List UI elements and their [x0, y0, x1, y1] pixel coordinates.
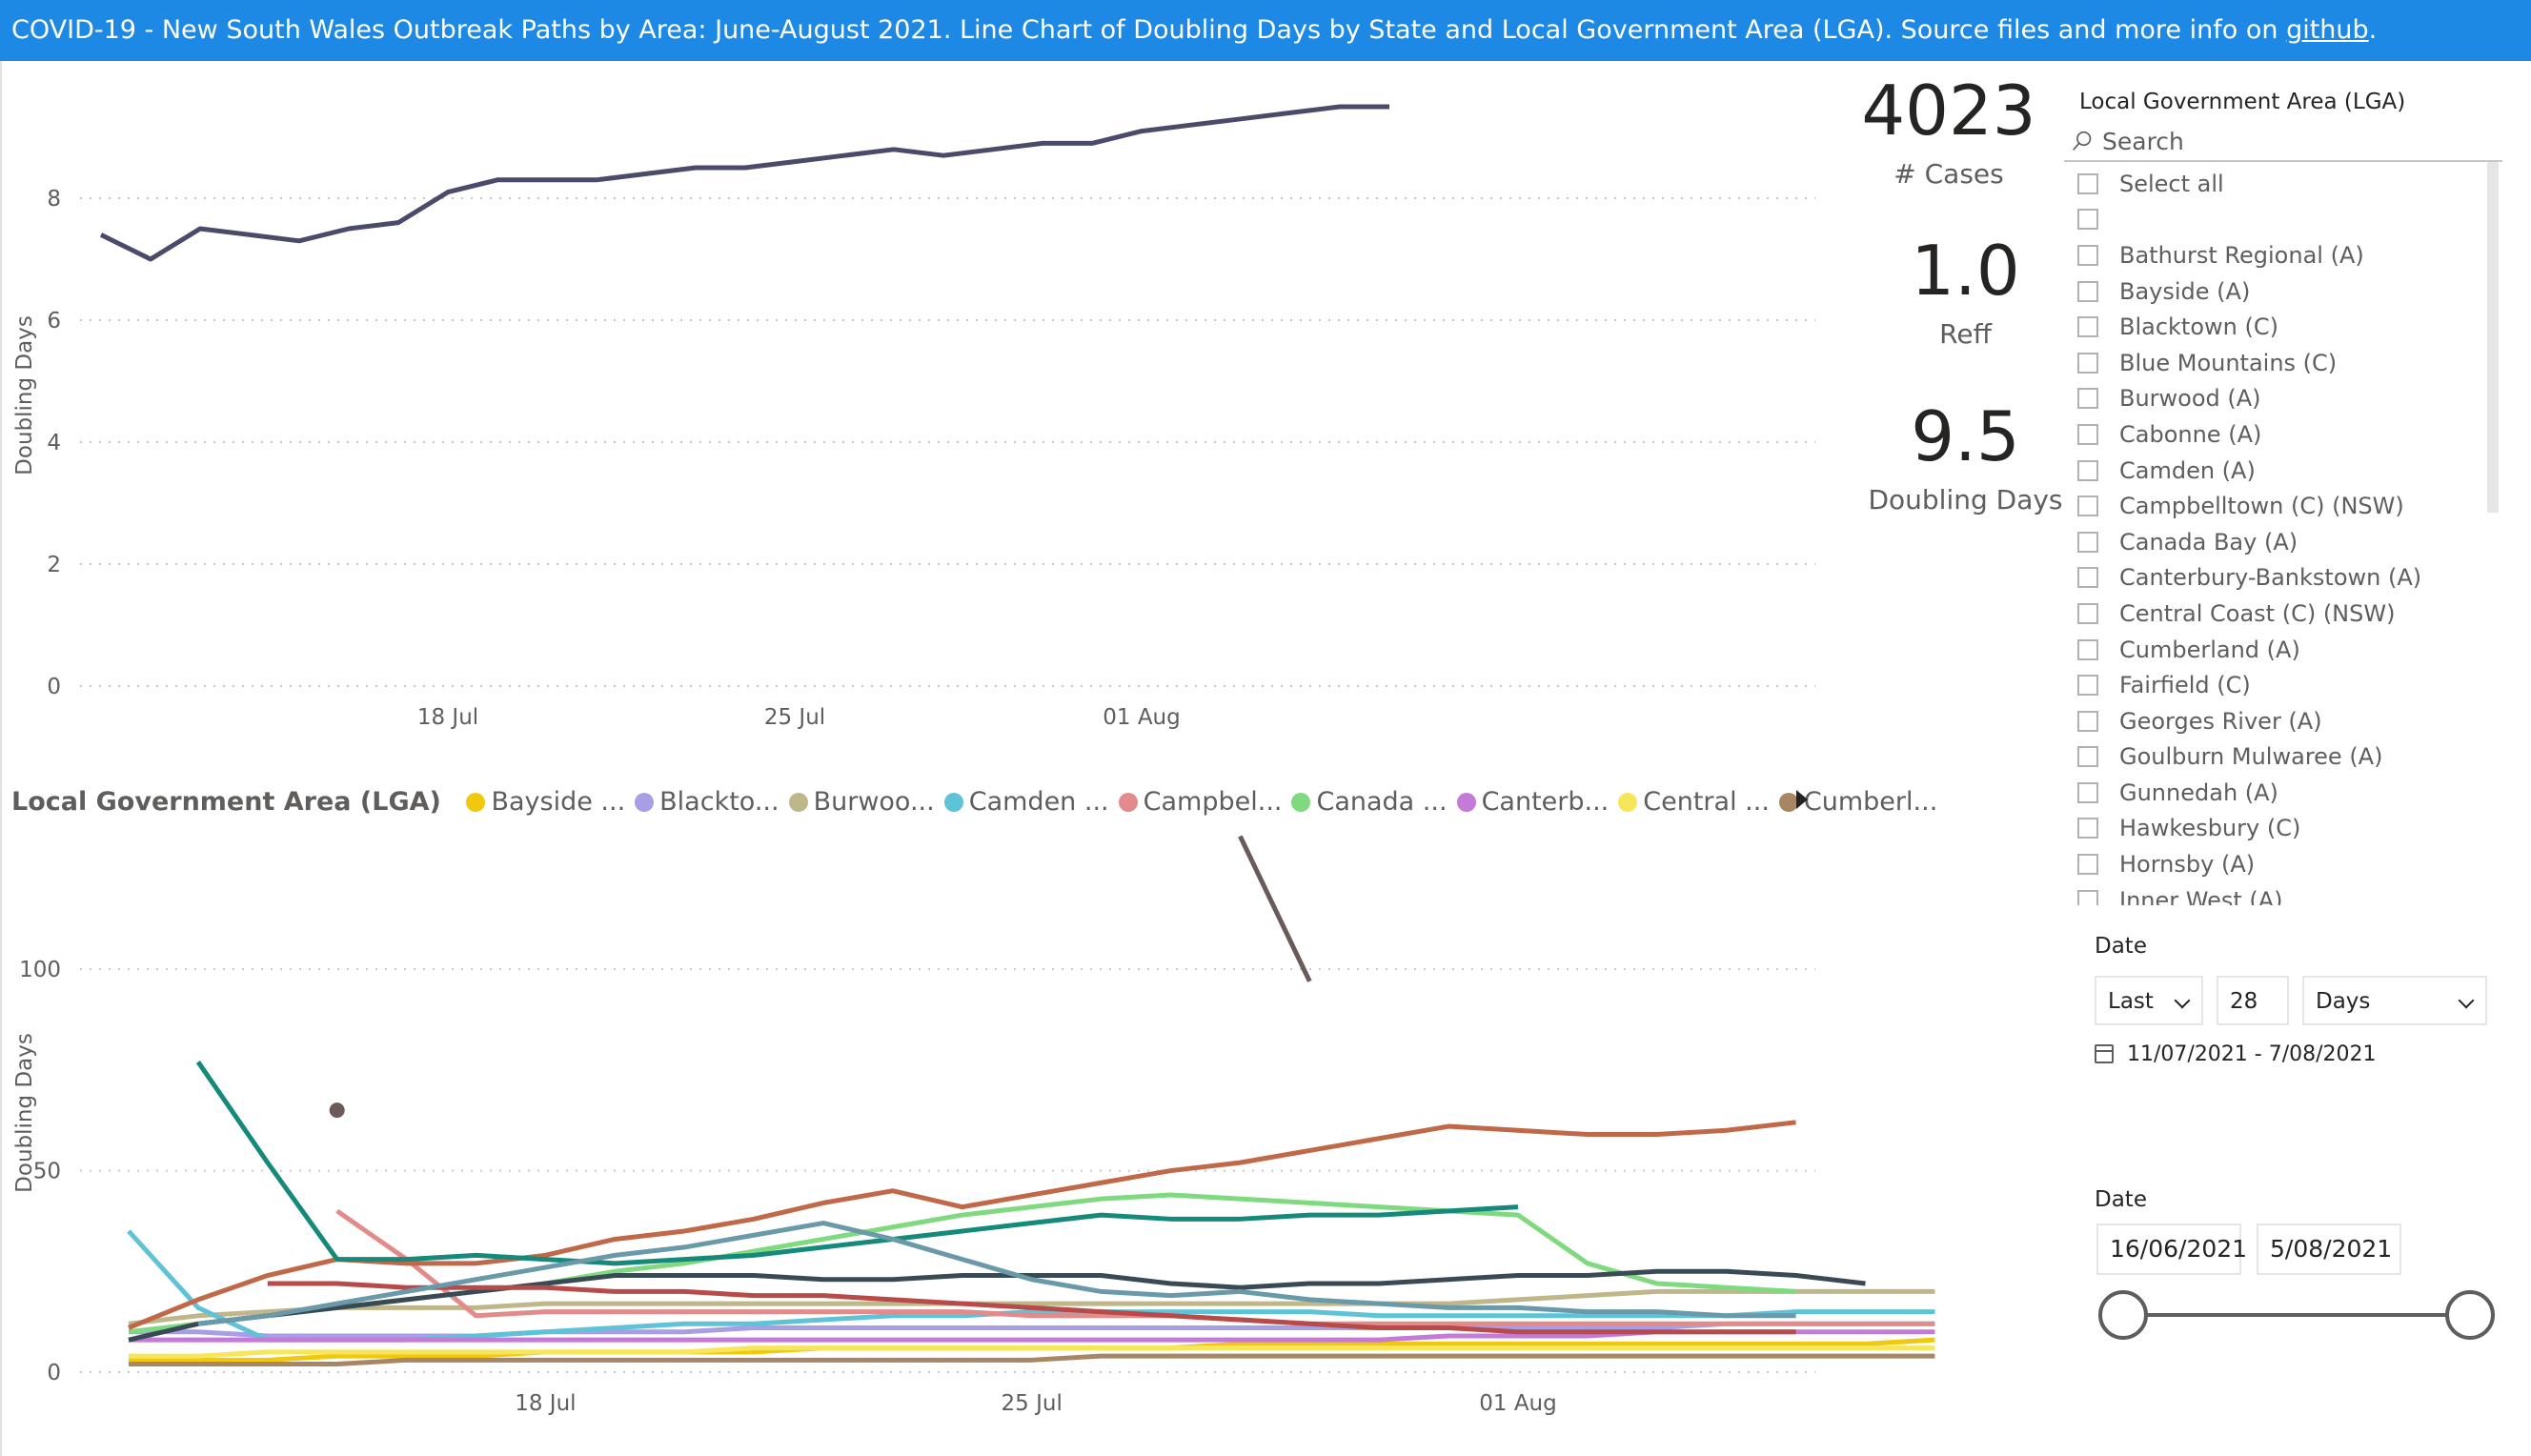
checkbox[interactable]	[2077, 889, 2098, 905]
select-all-item[interactable]: Select all	[2077, 166, 2497, 202]
lga-list-item[interactable]: Cabonne (A)	[2077, 416, 2497, 453]
date-slider-title: Date	[2095, 1187, 2147, 1212]
lga-list-item[interactable]: Burwood (A)	[2077, 381, 2497, 417]
date-filter-title: Date	[2095, 934, 2147, 959]
lga-item-label: Select all	[2119, 170, 2224, 197]
series-line[interactable]	[1238, 835, 1312, 982]
checkbox[interactable]	[2077, 280, 2098, 302]
lga-item-label: Bayside (A)	[2119, 277, 2251, 305]
lga-item-label: Gunnedah (A)	[2119, 779, 2278, 806]
lga-item-label: Fairfield (C)	[2119, 672, 2251, 699]
lga-item-label: Campbelltown (C) (NSW)	[2119, 493, 2404, 520]
date-mode-dropdown[interactable]: Last	[2095, 976, 2203, 1025]
lga-item-label: Canada Bay (A)	[2119, 528, 2298, 556]
checkbox[interactable]	[2077, 854, 2098, 876]
lga-list-item[interactable]: Hornsby (A)	[2077, 846, 2497, 882]
checkbox[interactable]	[2077, 638, 2098, 660]
end-date-value: 5/08/2021	[2270, 1235, 2393, 1263]
lga-list-item[interactable]: Georges River (A)	[2077, 703, 2497, 739]
date-count-value: 28	[2230, 989, 2258, 1014]
y-tick-label: 50	[33, 1160, 61, 1184]
checkbox[interactable]	[2077, 602, 2098, 624]
lga-list-item[interactable]: Camden (A)	[2077, 453, 2497, 489]
lga-list-item[interactable]: Gunnedah (A)	[2077, 775, 2497, 811]
lga-list-item[interactable]: Canada Bay (A)	[2077, 524, 2497, 560]
lga-list-item[interactable]: Cumberland (A)	[2077, 632, 2497, 668]
search-icon	[2073, 131, 2092, 151]
lga-search-input[interactable]: Search	[2064, 122, 2502, 162]
lga-list-item[interactable]	[2077, 202, 2497, 238]
slicer-scrollbar[interactable]	[2487, 162, 2499, 513]
start-date-input[interactable]: 16/06/2021	[2096, 1223, 2247, 1275]
calendar-icon	[2095, 1044, 2114, 1063]
lga-list-item[interactable]: Central Coast (C) (NSW)	[2077, 596, 2497, 632]
lga-item-label: Hornsby (A)	[2119, 851, 2256, 879]
x-tick-label: 01 Aug	[1479, 1391, 1557, 1416]
date-unit-dropdown[interactable]: Days	[2302, 976, 2487, 1025]
lga-list-item[interactable]: Bathurst Regional (A)	[2077, 237, 2497, 273]
checkbox[interactable]	[2077, 818, 2098, 839]
series-point[interactable]	[329, 1102, 345, 1119]
lga-list-item[interactable]: Blue Mountains (C)	[2077, 345, 2497, 381]
lga-list-item[interactable]: Inner West (A)	[2077, 882, 2497, 905]
lga-slicer-list: Select all Bathurst Regional (A) Bayside (…	[2077, 166, 2497, 905]
search-placeholder: Search	[2102, 128, 2184, 155]
date-mode-value: Last	[2108, 989, 2154, 1014]
checkbox[interactable]	[2077, 781, 2098, 803]
lga-list-item[interactable]: Campbelltown (C) (NSW)	[2077, 488, 2497, 524]
checkbox[interactable]	[2077, 423, 2098, 445]
checkbox[interactable]	[2077, 352, 2098, 374]
lga-list-item[interactable]: Bayside (A)	[2077, 273, 2497, 310]
checkbox[interactable]	[2077, 495, 2098, 517]
lga-item-label: Georges River (A)	[2119, 707, 2322, 735]
lga-list-item[interactable]: Hawkesbury (C)	[2077, 811, 2497, 847]
lga-item-label: Blue Mountains (C)	[2119, 349, 2338, 376]
checkbox[interactable]	[2077, 209, 2098, 231]
lga-item-label: Canterbury-Bankstown (A)	[2119, 564, 2422, 592]
checkbox[interactable]	[2077, 388, 2098, 410]
lga-list-item[interactable]: Canterbury-Bankstown (A)	[2077, 560, 2497, 597]
checkbox[interactable]	[2077, 675, 2098, 697]
date-range-text: 11/07/2021 - 7/08/2021	[2127, 1042, 2377, 1066]
chevron-down-icon	[2174, 992, 2191, 1009]
lga-item-label: Inner West (A)	[2119, 886, 2283, 905]
lga-item-label: Blacktown (C)	[2119, 313, 2278, 341]
date-slider-start-handle[interactable]	[2098, 1290, 2148, 1340]
date-slider-end-handle[interactable]	[2445, 1290, 2495, 1340]
lga-list-item[interactable]: Blacktown (C)	[2077, 309, 2497, 345]
lga-item-label: Burwood (A)	[2119, 385, 2261, 413]
checkbox[interactable]	[2077, 172, 2098, 194]
end-date-input[interactable]: 5/08/2021	[2257, 1223, 2401, 1275]
y-tick-label: 100	[19, 958, 61, 982]
lga-item-label: Camden (A)	[2119, 456, 2256, 484]
lga-item-label: Central Coast (C) (NSW)	[2119, 599, 2396, 627]
checkbox[interactable]	[2077, 244, 2098, 266]
date-range-readout: 11/07/2021 - 7/08/2021	[2095, 1042, 2377, 1066]
lga-item-label: Bathurst Regional (A)	[2119, 241, 2364, 269]
checkbox[interactable]	[2077, 531, 2098, 553]
lga-slicer-title: Local Government Area (LGA)	[2079, 90, 2406, 114]
lga-item-label: Goulburn Mulwaree (A)	[2119, 743, 2383, 771]
bottom-y-axis-label: Doubling Days	[12, 1033, 37, 1193]
x-tick-label: 25 Jul	[1002, 1391, 1063, 1416]
lga-list-item[interactable]: Goulburn Mulwaree (A)	[2077, 739, 2497, 776]
x-tick-label: 18 Jul	[515, 1391, 576, 1416]
start-date-value: 16/06/2021	[2110, 1235, 2248, 1263]
checkbox[interactable]	[2077, 459, 2098, 481]
lga-item-label: Cabonne (A)	[2119, 420, 2262, 448]
series-line[interactable]	[335, 1208, 1935, 1326]
date-slider-track[interactable]	[2123, 1313, 2470, 1317]
date-unit-value: Days	[2316, 989, 2371, 1014]
lga-item-label: Hawkesbury (C)	[2119, 815, 2301, 842]
checkbox[interactable]	[2077, 710, 2098, 732]
y-tick-label: 0	[47, 1361, 61, 1385]
checkbox[interactable]	[2077, 567, 2098, 589]
checkbox[interactable]	[2077, 746, 2098, 768]
lga-item-label: Cumberland (A)	[2119, 636, 2300, 663]
lga-list-item[interactable]: Fairfield (C)	[2077, 667, 2497, 703]
checkbox[interactable]	[2077, 316, 2098, 338]
date-count-input[interactable]: 28	[2217, 976, 2289, 1025]
chevron-down-icon	[2458, 992, 2475, 1009]
